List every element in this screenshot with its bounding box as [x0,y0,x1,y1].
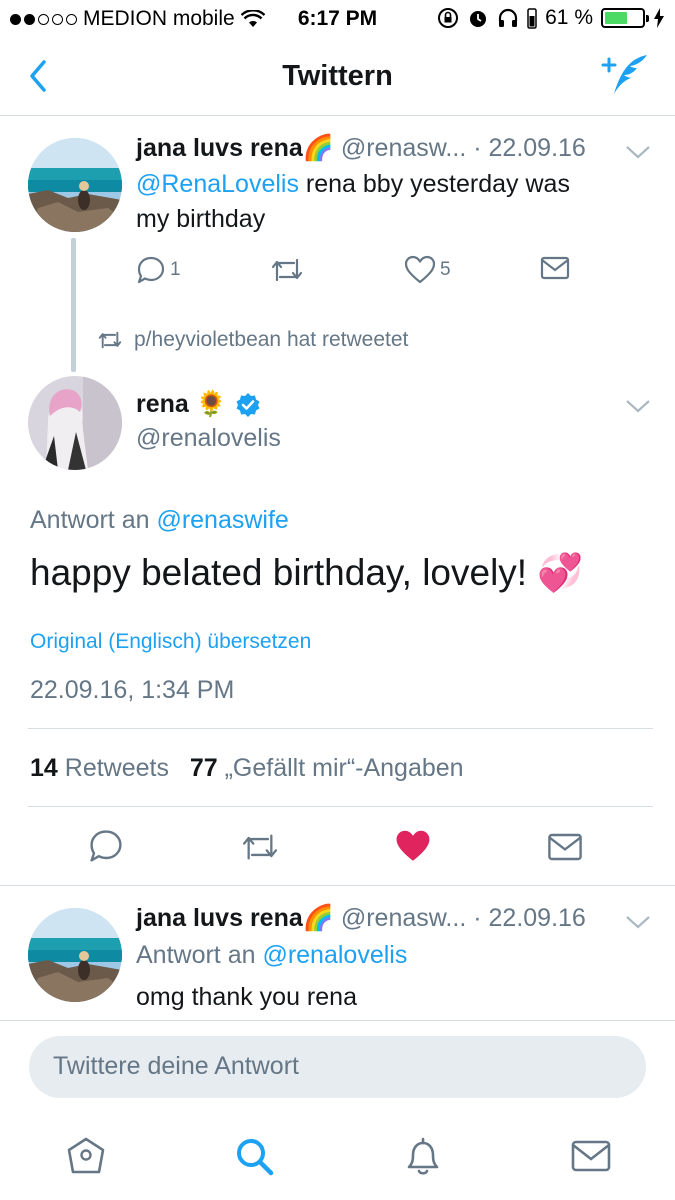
battery-icon [601,8,649,28]
author-handle[interactable]: @renalovelis [136,424,281,453]
alarm-icon [470,11,487,27]
search-icon[interactable] [232,1134,276,1178]
author-handle[interactable]: @renasw... [341,134,466,162]
tweet-date: · 22.09.16 [473,904,586,932]
reply-context-prefix: Antwort an [136,941,263,969]
status-right: 61 % [437,6,665,30]
tweet-header: jana luvs rena🌈 @renasw... · 22.09.16 [136,134,586,163]
envelope-icon[interactable] [547,831,583,863]
reply-context: Antwort an @renalovelis [136,941,407,970]
thread-connector-line [71,238,76,372]
tweet-date: · 22.09.16 [473,134,586,162]
tweet-text: happy belated birthday, lovely! 💞 [30,552,584,593]
author-name: rena 🌻 [136,390,227,418]
translate-link[interactable]: Original (Englisch) übersetzen [30,630,311,654]
author-name[interactable]: jana luvs rena🌈 [136,904,334,932]
reply-icon [137,256,165,284]
retweeted-by-note[interactable]: p/heyvioletbean hat retweetet [96,328,408,352]
likes-stat[interactable]: 77 „Gefällt mir“-Angaben [190,754,464,782]
verified-badge-icon [236,392,260,417]
notifications-icon[interactable] [401,1134,445,1178]
likes-label: „Gefällt mir“-Angaben [224,754,464,782]
battery-percent: 61 % [545,6,593,29]
beach-photo-avatar-image [28,908,122,1002]
tweet-timestamp: 22.09.16, 1:34 PM [30,676,235,704]
chevron-down-icon[interactable] [625,144,651,160]
retweet-action[interactable] [270,255,304,285]
tweet-text: omg thank you rena [136,983,357,1011]
profile-photo-avatar-image [28,376,122,470]
message-action[interactable] [540,255,570,281]
rotation-lock-icon [438,8,459,28]
retweets-count: 14 [30,754,58,782]
tweet-header: jana luvs rena🌈 @renasw... · 22.09.16 [136,904,586,933]
tweet-text-line2: my birthday [136,205,266,233]
tweet-text: @RenaLovelis rena bby yesterday was my b… [136,167,636,237]
retweet-small-icon [98,331,122,349]
retweets-label: Retweets [64,754,169,782]
status-bar: MEDION mobile 6:17 PM 61 % [0,0,675,38]
retweeted-by-text: p/heyvioletbean hat retweetet [134,328,409,351]
divider [0,885,675,886]
home-icon[interactable] [64,1134,108,1178]
headphone-battery-icon [527,8,537,29]
reply-to-link[interactable]: @renaswife [156,506,288,534]
author-name-row[interactable]: rena 🌻 [136,390,261,419]
likes-count: 77 [189,754,218,782]
reply-to-link[interactable]: @renalovelis [262,941,407,969]
engagement-stats: 14 Retweets 77 „Gefällt mir“-Angaben [30,754,464,783]
mention-link[interactable]: @RenaLovelis [136,170,299,198]
beach-photo-avatar-image [28,138,122,232]
like-count: 5 [440,259,451,280]
author-handle[interactable]: @renasw... [341,904,466,932]
envelope-icon [540,256,570,280]
reply-context-prefix: Antwort an [30,506,157,534]
avatar[interactable] [28,908,122,1002]
heart-filled-icon[interactable] [394,829,432,863]
reply-action[interactable]: 1 [136,255,181,285]
messages-icon[interactable] [569,1134,613,1178]
divider [28,728,653,729]
retweets-stat[interactable]: 14 Retweets [30,754,169,782]
page-title: Twittern [282,60,393,92]
avatar[interactable] [28,138,122,232]
chevron-down-icon[interactable] [625,914,651,930]
like-action[interactable]: 5 [404,255,451,285]
compose-tweet-icon[interactable] [601,52,651,98]
divider [28,806,653,807]
charging-bolt-icon [654,8,664,28]
navigation-bar: Twittern [0,38,675,116]
tweet-actions: 1 5 [136,255,576,287]
retweet-icon[interactable] [240,830,280,864]
chevron-down-icon[interactable] [625,398,651,414]
reply-context: Antwort an @renaswife [30,506,289,535]
headphones-icon [499,8,518,27]
heart-outline-icon [404,255,436,284]
reply-count: 1 [170,259,181,280]
retweet-icon [271,258,303,282]
reply-input[interactable]: Twittere deine Antwort [29,1036,646,1098]
reply-icon[interactable] [88,828,124,864]
avatar[interactable] [28,376,122,470]
tweet-text-line1: rena bby yesterday was [298,170,570,198]
author-name[interactable]: jana luvs rena🌈 [136,134,334,162]
